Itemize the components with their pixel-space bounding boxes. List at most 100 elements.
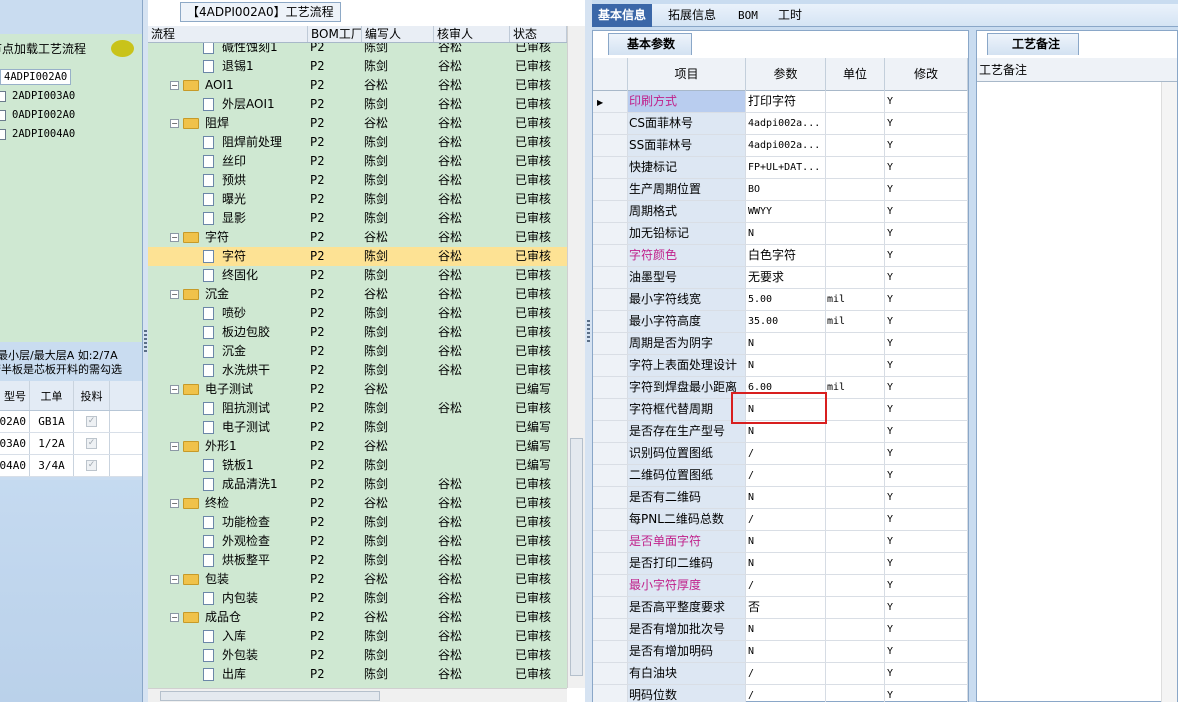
col-modify[interactable]: 修改: [885, 58, 968, 91]
param-row[interactable]: 是否单面字符 N Y: [593, 531, 968, 553]
hscroll-thumb[interactable]: [160, 691, 380, 701]
feed-table-row[interactable]: 002A0GB1A ✓: [0, 411, 142, 433]
param-value[interactable]: /: [746, 465, 826, 486]
process-row[interactable]: − 电子测试 P2 谷松 已编写: [148, 380, 567, 399]
col-reviewer[interactable]: 核审人: [434, 26, 510, 42]
col-item[interactable]: 项目: [628, 58, 746, 91]
collapse-icon[interactable]: −: [170, 233, 179, 242]
param-row[interactable]: 明码位数 / Y: [593, 685, 968, 702]
col-model[interactable]: 型号: [0, 381, 30, 410]
process-row[interactable]: 显影 P2 陈剑 谷松 已审核: [148, 209, 567, 228]
process-row[interactable]: 外包装 P2 陈剑 谷松 已审核: [148, 646, 567, 665]
tree-root-node[interactable]: 4ADPI002A0: [0, 69, 72, 85]
process-row[interactable]: 阻焊前处理 P2 陈剑 谷松 已审核: [148, 133, 567, 152]
param-row[interactable]: CS面菲林号 4adpi002a... Y: [593, 113, 968, 135]
tab-basic-info[interactable]: 基本信息: [592, 4, 653, 27]
collapse-icon[interactable]: −: [170, 119, 179, 128]
param-row[interactable]: 加无铅标记 N Y: [593, 223, 968, 245]
param-value[interactable]: /: [746, 509, 826, 530]
process-row[interactable]: 碱性蚀刻1 P2 陈剑 谷松 已审核: [148, 43, 567, 57]
param-row[interactable]: 字符颜色 白色字符 Y: [593, 245, 968, 267]
param-value[interactable]: 4adpi002a...: [746, 135, 826, 156]
param-value[interactable]: N: [746, 641, 826, 662]
process-row[interactable]: − AOI1 P2 谷松 谷松 已审核: [148, 76, 567, 95]
process-row[interactable]: − 包装 P2 谷松 谷松 已审核: [148, 570, 567, 589]
param-row[interactable]: 是否高平整度要求否 Y: [593, 597, 968, 619]
param-value[interactable]: N: [746, 333, 826, 354]
feed-checkbox[interactable]: ✓: [86, 438, 97, 449]
param-value[interactable]: 打印字符: [746, 91, 826, 112]
param-modify-flag[interactable]: Y: [885, 399, 968, 420]
param-row[interactable]: 每PNL二维码总数 / Y: [593, 509, 968, 531]
param-value[interactable]: 否: [746, 597, 826, 618]
process-row[interactable]: − 阻焊 P2 谷松 谷松 已审核: [148, 114, 567, 133]
param-row[interactable]: 周期格式 WWYY Y: [593, 201, 968, 223]
param-row[interactable]: 是否存在生产型号 N Y: [593, 421, 968, 443]
tree-checkbox[interactable]: [0, 109, 6, 121]
process-vscrollbar[interactable]: [567, 26, 585, 688]
process-row[interactable]: − 外形1 P2 谷松 已编写: [148, 437, 567, 456]
process-row[interactable]: 字符 P2 陈剑 谷松 已审核: [148, 247, 567, 266]
param-value[interactable]: N: [746, 619, 826, 640]
param-modify-flag[interactable]: Y: [885, 179, 968, 200]
param-row[interactable]: 周期是否为阴字 N Y: [593, 333, 968, 355]
process-row[interactable]: 功能检查 P2 陈剑 谷松 已审核: [148, 513, 567, 532]
param-modify-flag[interactable]: Y: [885, 223, 968, 244]
process-row[interactable]: − 终检 P2 谷松 谷松 已审核: [148, 494, 567, 513]
param-modify-flag[interactable]: Y: [885, 421, 968, 442]
param-modify-flag[interactable]: Y: [885, 113, 968, 134]
tab-work-hours[interactable]: 工时: [772, 4, 808, 27]
collapse-icon[interactable]: −: [170, 499, 179, 508]
param-value[interactable]: /: [746, 443, 826, 464]
col-param[interactable]: 参数: [746, 58, 826, 91]
process-row[interactable]: 烘板整平 P2 陈剑 谷松 已审核: [148, 551, 567, 570]
param-modify-flag[interactable]: Y: [885, 619, 968, 640]
param-row[interactable]: 生产周期位置 BO Y: [593, 179, 968, 201]
param-modify-flag[interactable]: Y: [885, 201, 968, 222]
collapse-icon[interactable]: −: [170, 575, 179, 584]
param-value[interactable]: N: [746, 531, 826, 552]
process-row[interactable]: 水洗烘干 P2 陈剑 谷松 已审核: [148, 361, 567, 380]
process-hscrollbar[interactable]: [148, 688, 567, 702]
collapse-icon[interactable]: −: [170, 81, 179, 90]
param-row[interactable]: 最小字符高度 35.00 mil Y: [593, 311, 968, 333]
param-modify-flag[interactable]: Y: [885, 641, 968, 662]
param-row[interactable]: 是否有二维码 N Y: [593, 487, 968, 509]
collapse-icon[interactable]: −: [170, 385, 179, 394]
param-row[interactable]: 二维码位置图纸 / Y: [593, 465, 968, 487]
param-row[interactable]: 最小字符厚度 / Y: [593, 575, 968, 597]
param-modify-flag[interactable]: Y: [885, 575, 968, 596]
col-unit[interactable]: 单位: [826, 58, 885, 91]
param-value[interactable]: 4adpi002a...: [746, 113, 826, 134]
param-value[interactable]: WWYY: [746, 201, 826, 222]
param-value[interactable]: BO: [746, 179, 826, 200]
splitter-mid[interactable]: [585, 0, 592, 702]
feed-table-row[interactable]: 003A01/2A ✓: [0, 433, 142, 455]
process-row[interactable]: − 成品仓 P2 谷松 谷松 已审核: [148, 608, 567, 627]
process-row[interactable]: 曝光 P2 陈剑 谷松 已审核: [148, 190, 567, 209]
tab-process-notes[interactable]: 工艺备注: [987, 33, 1080, 55]
param-row[interactable]: 快捷标记 FP+UL+DAT... Y: [593, 157, 968, 179]
param-value[interactable]: 无要求: [746, 267, 826, 288]
param-value[interactable]: N: [746, 223, 826, 244]
feed-checkbox[interactable]: ✓: [86, 460, 97, 471]
collapse-icon[interactable]: −: [170, 290, 179, 299]
param-row[interactable]: 是否有增加明码 N Y: [593, 641, 968, 663]
process-row[interactable]: 外层AOI1 P2 陈剑 谷松 已审核: [148, 95, 567, 114]
process-row[interactable]: − 字符 P2 谷松 谷松 已审核: [148, 228, 567, 247]
param-row[interactable]: 是否有增加批次号 N Y: [593, 619, 968, 641]
param-value[interactable]: FP+UL+DAT...: [746, 157, 826, 178]
param-modify-flag[interactable]: Y: [885, 135, 968, 156]
tree-checkbox[interactable]: [0, 128, 6, 140]
vscroll-thumb[interactable]: [570, 438, 583, 676]
process-row[interactable]: 入库 P2 陈剑 谷松 已审核: [148, 627, 567, 646]
col-feed[interactable]: 投料: [74, 381, 110, 410]
param-modify-flag[interactable]: Y: [885, 333, 968, 354]
process-row[interactable]: 出库 P2 陈剑 谷松 已审核: [148, 665, 567, 684]
process-row[interactable]: − 沉金 P2 谷松 谷松 已审核: [148, 285, 567, 304]
param-modify-flag[interactable]: Y: [885, 487, 968, 508]
param-modify-flag[interactable]: Y: [885, 663, 968, 684]
param-value[interactable]: /: [746, 685, 826, 702]
col-order[interactable]: 工单: [30, 381, 74, 410]
process-row[interactable]: 内包装 P2 陈剑 谷松 已审核: [148, 589, 567, 608]
